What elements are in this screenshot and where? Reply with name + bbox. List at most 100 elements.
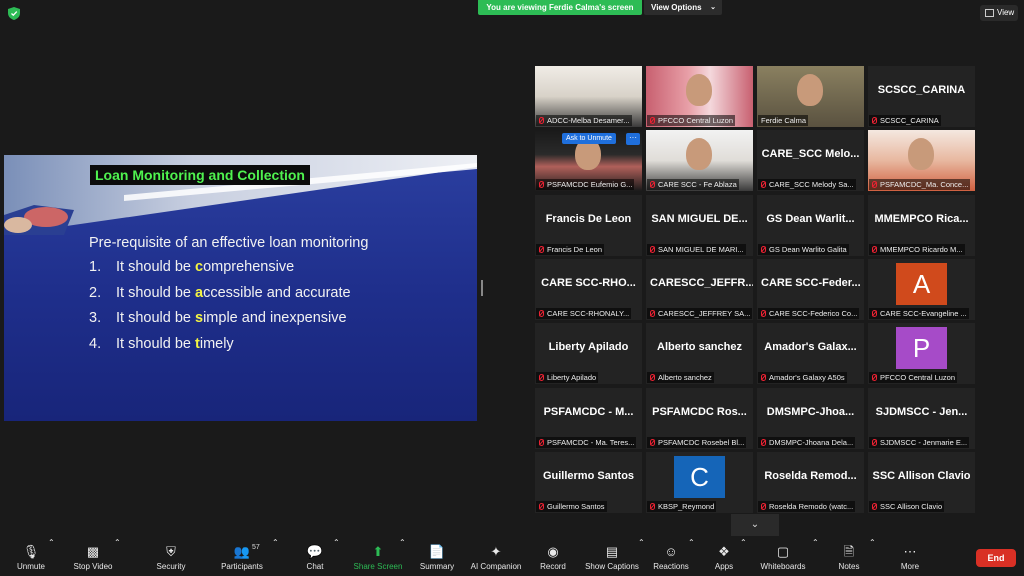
- participant-name-text: PFCCO Central Luzon: [880, 373, 956, 383]
- unmute-label: Unmute: [16, 562, 45, 571]
- view-options-button[interactable]: View Options ⌄: [644, 0, 722, 15]
- participant-name-label: ADCC-Melba Desamer...: [536, 115, 632, 126]
- participant-tile[interactable]: PSFAMCDC_Ma. Conce...: [868, 130, 975, 192]
- participant-tile[interactable]: MMEMPCO Rica... MMEMPCO Ricardo M...: [868, 194, 975, 256]
- whiteboards-options-caret[interactable]: ⌃: [812, 538, 819, 576]
- security-button[interactable]: ⛨ Security: [152, 538, 190, 576]
- participant-tile[interactable]: A CARE SCC-Evangeline ...: [868, 258, 975, 320]
- chat-button[interactable]: 💬 Chat: [302, 538, 328, 576]
- whiteboards-button[interactable]: ▢ Whiteboards: [758, 538, 808, 576]
- participants-label: Participants: [221, 562, 263, 571]
- participant-name-text: Ferdie Calma: [761, 116, 807, 125]
- participant-tile[interactable]: PSFAMCDC - M... PSFAMCDC - Ma. Teres...: [535, 387, 642, 449]
- top-bar: You are viewing Ferdie Calma's screen Vi…: [0, 0, 1024, 26]
- participant-tile[interactable]: ADCC-Melba Desamer...: [535, 66, 642, 127]
- participant-name-text: SCSCC_CARINA: [880, 116, 939, 125]
- participant-tile[interactable]: Roselda Remod... Roselda Remodo (watc...: [757, 451, 864, 513]
- muted-mic-icon: [872, 438, 877, 446]
- participant-name-label: GS Dean Warlito Galita: [758, 243, 849, 255]
- end-meeting-button[interactable]: End: [976, 549, 1016, 567]
- ask-to-unmute-button[interactable]: Ask to Unmute: [562, 133, 616, 144]
- reactions-button[interactable]: ☺ Reactions: [652, 538, 690, 576]
- show-captions-button[interactable]: ▤ Show Captions: [584, 538, 640, 576]
- share-screen-label: Share Screen: [353, 562, 403, 571]
- ai-companion-label: AI Companion: [470, 562, 522, 571]
- stop-video-button[interactable]: ▩ Stop Video: [70, 538, 116, 576]
- security-label: Security: [156, 562, 186, 571]
- participant-name-label: PFCCO Central Luzon: [647, 115, 736, 126]
- slide-list-item: 1. It should be comprehensive: [89, 259, 295, 275]
- notes-options-caret[interactable]: ⌃: [869, 538, 876, 576]
- participant-name-text: CARE SCC-Federico Co...: [769, 308, 858, 318]
- participant-name-text: MMEMPCO Ricardo M...: [880, 244, 963, 254]
- participant-name-label: Roselda Remodo (watc...: [758, 500, 856, 512]
- audio-options-caret[interactable]: ⌃: [48, 538, 55, 576]
- participant-name-display: Alberto sanchez: [657, 341, 742, 354]
- participant-face: [686, 74, 712, 106]
- participant-name-text: SSC Allison Clavio: [880, 501, 943, 511]
- participant-tile[interactable]: GS Dean Warlit... GS Dean Warlito Galita: [757, 194, 864, 256]
- participant-tile[interactable]: SAN MIGUEL DE... SAN MIGUEL DE MARI...: [646, 194, 753, 256]
- participant-tile[interactable]: CARE SCC-Feder... CARE SCC-Federico Co...: [757, 258, 864, 320]
- participant-tile[interactable]: PFCCO Central Luzon: [646, 66, 753, 127]
- muted-mic-icon: [650, 374, 655, 382]
- muted-mic-icon: [650, 502, 655, 510]
- participant-tile[interactable]: Ferdie Calma: [757, 66, 864, 127]
- participant-tile[interactable]: CARE SCC - Fe Ablaza: [646, 130, 753, 192]
- muted-mic-icon: 🎙: [22, 544, 40, 559]
- participant-tile[interactable]: Liberty Apilado Liberty Apilado: [535, 323, 642, 385]
- chat-options-caret[interactable]: ⌃: [333, 538, 340, 576]
- participant-tile[interactable]: SJDMSCC - Jen... SJDMSCC - Jenmarie E...: [868, 387, 975, 449]
- share-screen-button[interactable]: ⬆ Share Screen: [352, 538, 404, 576]
- participant-name-label: PFCCO Central Luzon: [869, 372, 958, 384]
- record-icon: ◉: [547, 544, 559, 559]
- participant-tile[interactable]: CARESCC_JEFFR... CARESCC_JEFFREY SA...: [646, 258, 753, 320]
- participant-name-display: GS Dean Warlit...: [766, 212, 855, 225]
- ai-companion-button[interactable]: ✦ AI Companion: [468, 538, 524, 576]
- more-label: More: [900, 562, 920, 571]
- participant-tile[interactable]: Amador's Galax... Amador's Galaxy A50s: [757, 323, 864, 385]
- participant-tile[interactable]: SSC Allison Clavio SSC Allison Clavio: [868, 451, 975, 513]
- record-button[interactable]: ◉ Record: [536, 538, 570, 576]
- captions-options-caret[interactable]: ⌃: [638, 538, 645, 576]
- share-options-caret[interactable]: ⌃: [399, 538, 406, 576]
- participant-tile[interactable]: C KBSP_Reymond: [646, 451, 753, 513]
- sparkle-icon: ✦: [490, 544, 502, 559]
- apps-button[interactable]: ❖ Apps: [712, 538, 736, 576]
- participant-tile[interactable]: Francis De Leon Francis De Leon: [535, 194, 642, 256]
- participant-more-button[interactable]: ···: [626, 133, 640, 145]
- gallery-scroll-down-button[interactable]: ⌄: [731, 514, 779, 536]
- apps-options-caret[interactable]: ⌃: [740, 538, 747, 576]
- summary-button[interactable]: 📄 Summary: [418, 538, 456, 576]
- unmute-button[interactable]: 🎙 Unmute: [12, 538, 50, 576]
- participant-name-text: DMSMPC-Jhoana Dela...: [769, 437, 854, 447]
- participant-name-label: CARE SCC-Federico Co...: [758, 307, 860, 319]
- participant-tile[interactable]: Alberto sanchez Alberto sanchez: [646, 323, 753, 385]
- participants-button[interactable]: 👥 Participants: [216, 538, 268, 576]
- muted-mic-icon: [761, 181, 766, 189]
- participants-options-caret[interactable]: ⌃: [272, 538, 279, 576]
- participant-tile[interactable]: DMSMPC-Jhoa... DMSMPC-Jhoana Dela...: [757, 387, 864, 449]
- participant-name-label: Amador's Galaxy A50s: [758, 372, 847, 384]
- participant-tile[interactable]: P PFCCO Central Luzon: [868, 323, 975, 385]
- apps-label: Apps: [714, 562, 734, 571]
- participant-tile[interactable]: CARE_SCC Melo... CARE_SCC Melody Sa...: [757, 130, 864, 192]
- more-dots-icon: ⋯: [903, 544, 917, 559]
- muted-mic-icon: [761, 245, 766, 253]
- participant-name-display: Liberty Apilado: [548, 341, 629, 354]
- participant-name-text: Liberty Apilado: [547, 373, 597, 383]
- split-resize-handle[interactable]: [481, 280, 483, 296]
- participant-tile[interactable]: PSFAMCDC Ros... PSFAMCDC Rosebel Bl...: [646, 387, 753, 449]
- participant-name-text: CARE SCC - Fe Ablaza: [658, 180, 737, 190]
- participant-tile[interactable]: SCSCC_CARINA SCSCC_CARINA: [868, 66, 975, 127]
- participant-name-label: PSFAMCDC Rosebel Bl...: [647, 436, 747, 448]
- more-button[interactable]: ⋯ More: [896, 538, 924, 576]
- video-options-caret[interactable]: ⌃: [114, 538, 121, 576]
- participant-tile[interactable]: CARE SCC-RHO... CARE SCC-RHONALY...: [535, 258, 642, 320]
- reactions-options-caret[interactable]: ⌃: [688, 538, 695, 576]
- muted-mic-icon: [539, 438, 544, 446]
- view-button[interactable]: View: [980, 5, 1018, 21]
- notes-button[interactable]: 🗎 Notes: [836, 538, 862, 576]
- participant-tile[interactable]: Guillermo Santos Guillermo Santos: [535, 451, 642, 513]
- participant-name-label: CARE SCC - Fe Ablaza: [647, 179, 739, 191]
